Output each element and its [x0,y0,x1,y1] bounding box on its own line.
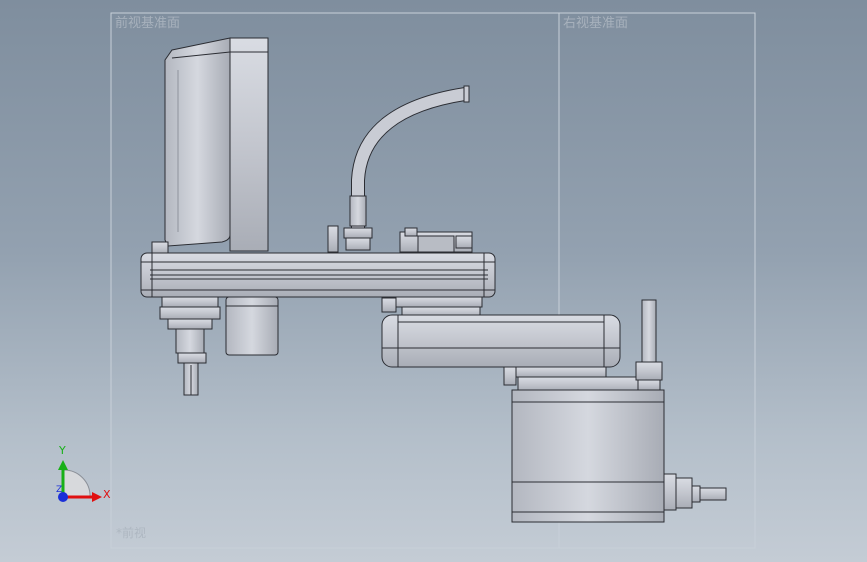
upper-arm[interactable] [140,252,496,298]
triad-x-label: X [103,488,111,501]
triad-y-label: Y [59,444,66,457]
robot-tower[interactable] [151,37,269,255]
axis-triad [58,460,102,502]
scara-robot-icon[interactable] [0,0,867,562]
plane-label-front[interactable]: 前视基准面 [115,12,180,31]
graphics-viewport[interactable]: 前视基准面 右视基准面 *前视 Y X Z [0,0,867,562]
spindle-assembly[interactable] [159,296,279,396]
view-orientation-label: *前视 [116,526,147,540]
top-connector-block[interactable] [399,227,473,253]
triad-z-label: Z [56,485,63,495]
elbow-joint[interactable] [381,296,483,318]
cable-hose[interactable] [327,85,470,253]
plane-label-right[interactable]: 右视基准面 [563,12,628,31]
forearm[interactable] [381,314,621,368]
